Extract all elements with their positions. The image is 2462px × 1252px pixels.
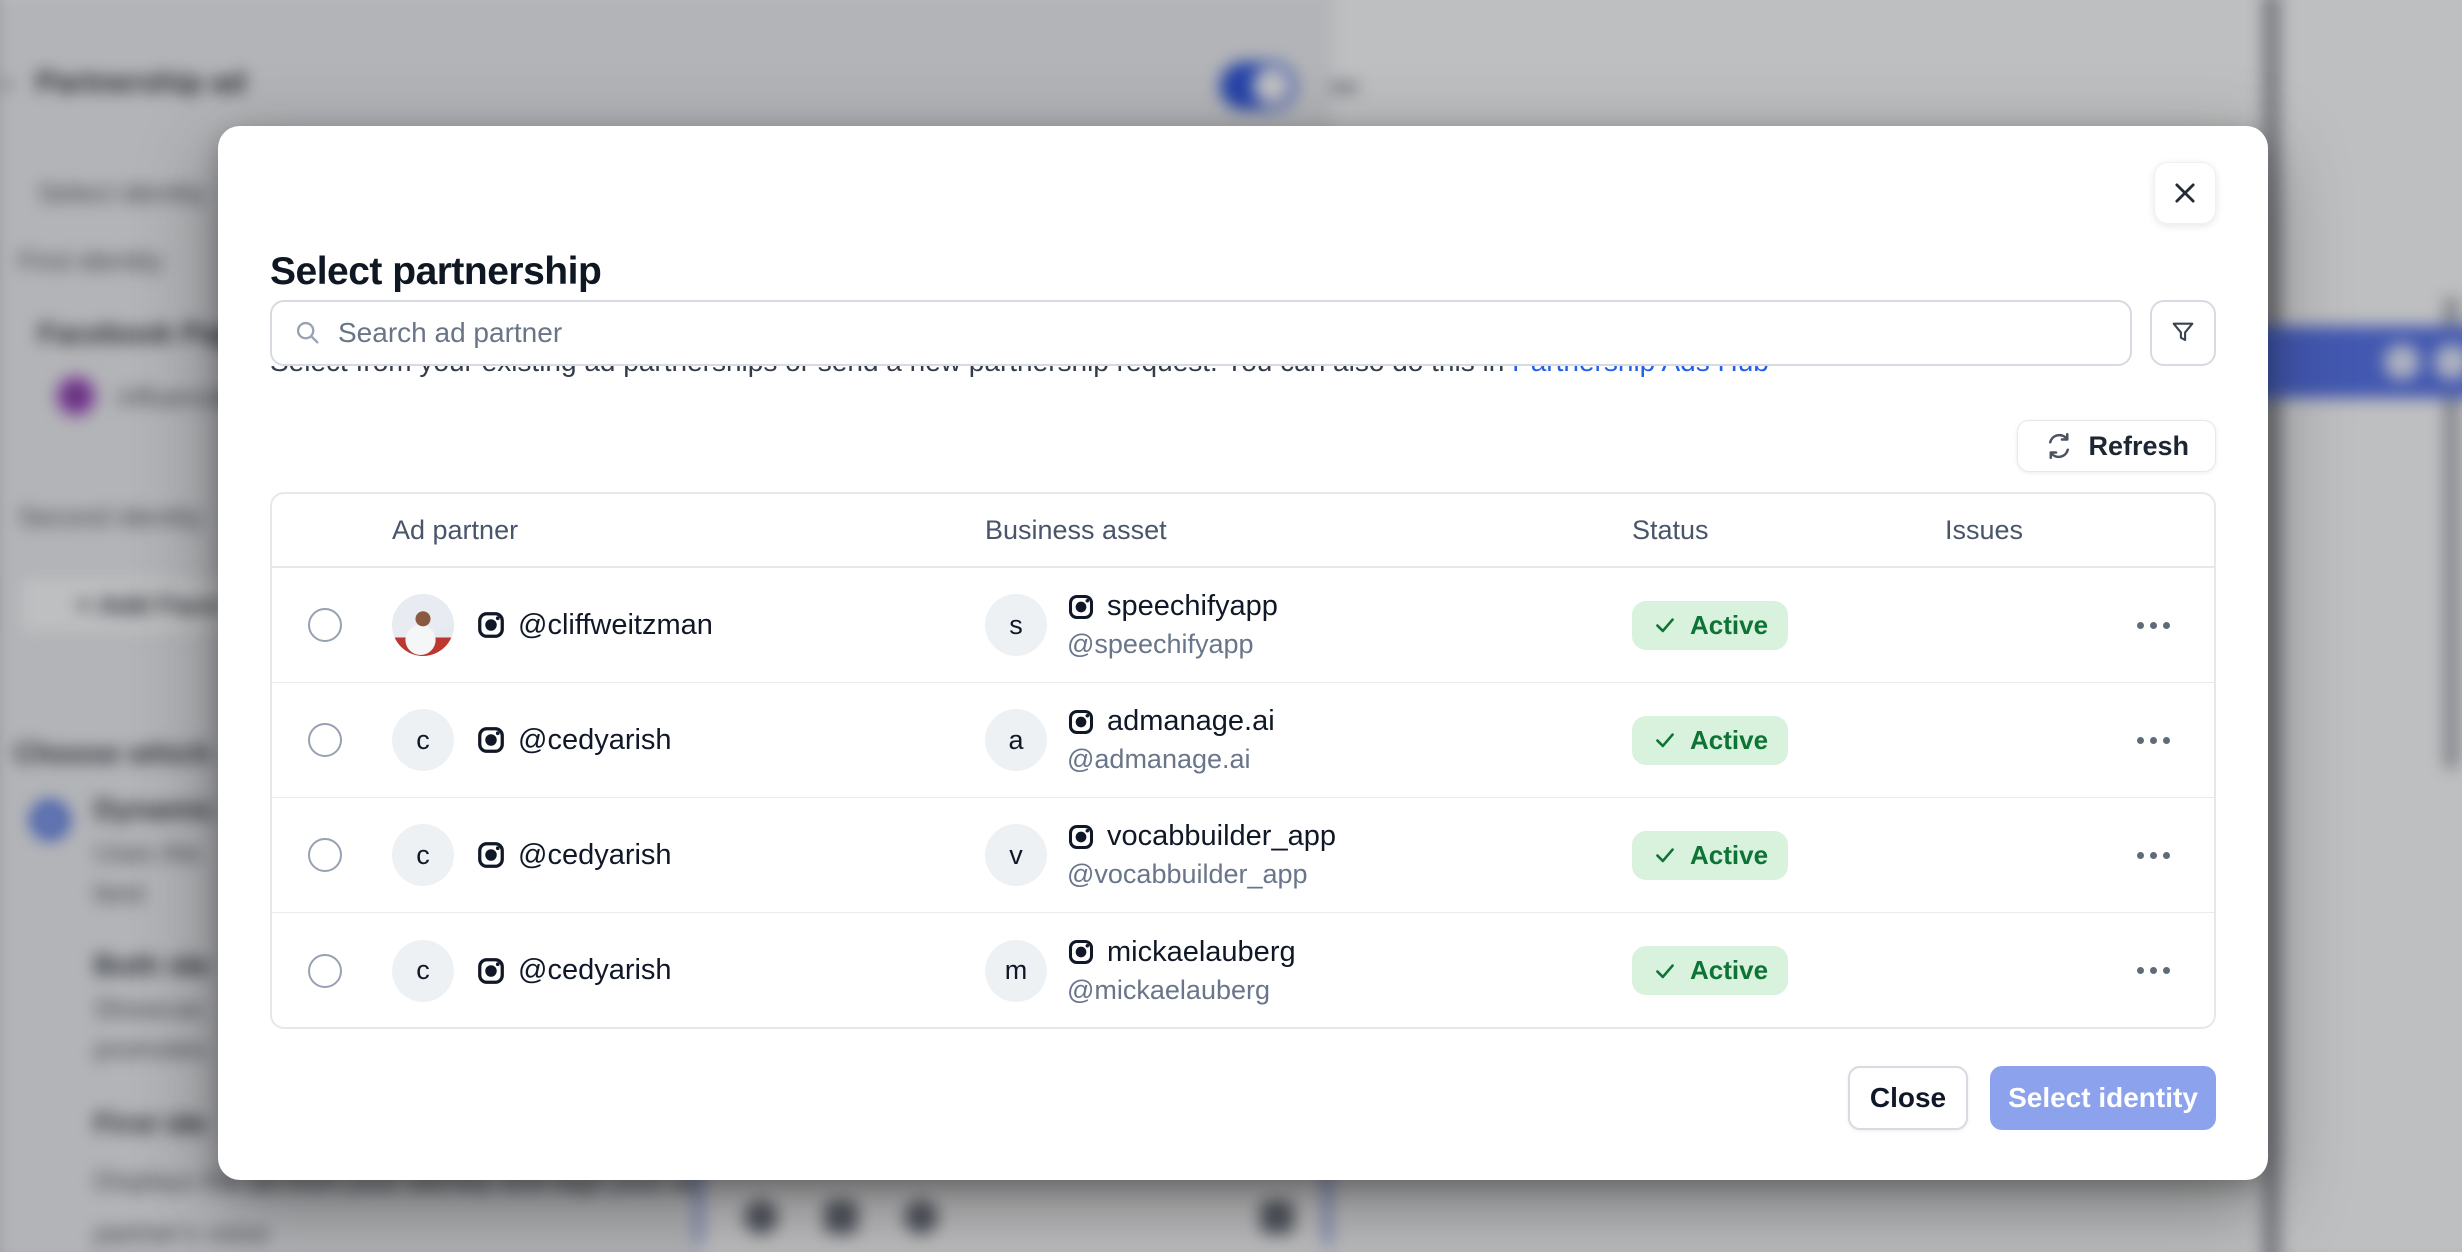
asset-avatar: s: [985, 594, 1047, 656]
status-badge: Active: [1632, 831, 1788, 880]
partnerships-table: Ad partner Business asset Status Issues …: [270, 492, 2216, 1029]
status-badge: Active: [1632, 601, 1788, 650]
select-partnership-modal: Select partnership Select from your exis…: [218, 126, 2268, 1180]
instagram-icon: [1067, 938, 1095, 966]
close-button[interactable]: Close: [1848, 1066, 1968, 1130]
instagram-icon: [476, 840, 506, 870]
asset-handle: @admanage.ai: [1067, 744, 1275, 775]
header-ad-partner: Ad partner: [392, 515, 985, 546]
asset-name: admanage.ai: [1107, 705, 1275, 738]
row-menu-button[interactable]: [2137, 967, 2214, 974]
instagram-icon: [1067, 823, 1095, 851]
asset-name: mickaelauberg: [1107, 936, 1296, 969]
row-radio[interactable]: [308, 723, 342, 757]
refresh-label: Refresh: [2088, 431, 2189, 462]
partner-handle: @cedyarish: [518, 724, 672, 757]
table-header-row: Ad partner Business asset Status Issues: [272, 494, 2214, 568]
search-input[interactable]: [338, 317, 2108, 349]
partner-handle: @cedyarish: [518, 839, 672, 872]
header-issues: Issues: [1945, 515, 2214, 546]
table-row[interactable]: @cliffweitzman s speechifyapp @speechify…: [272, 568, 2214, 683]
instagram-icon: [1067, 708, 1095, 736]
modal-title: Select partnership: [270, 250, 601, 294]
status-badge: Active: [1632, 716, 1788, 765]
check-icon: [1652, 727, 1678, 753]
table-row[interactable]: c @cedyarish a: [272, 683, 2214, 798]
table-row[interactable]: c @cedyarish m: [272, 913, 2214, 1028]
instagram-icon: [476, 725, 506, 755]
row-menu-button[interactable]: [2137, 737, 2214, 744]
close-modal-button[interactable]: [2154, 162, 2216, 224]
partner-avatar-letter: c: [392, 709, 454, 771]
asset-avatar: a: [985, 709, 1047, 771]
filter-button[interactable]: [2150, 300, 2216, 366]
asset-avatar: m: [985, 940, 1047, 1002]
row-menu-button[interactable]: [2137, 622, 2214, 629]
check-icon: [1652, 612, 1678, 638]
status-badge: Active: [1632, 946, 1788, 995]
partner-avatar-photo: [392, 594, 454, 656]
row-menu-button[interactable]: [2137, 852, 2214, 859]
check-icon: [1652, 842, 1678, 868]
header-business-asset: Business asset: [985, 515, 1632, 546]
partner-avatar-letter: c: [392, 940, 454, 1002]
search-icon: [294, 319, 322, 347]
table-row[interactable]: c @cedyarish v: [272, 798, 2214, 913]
header-status: Status: [1632, 515, 1945, 546]
partner-handle: @cedyarish: [518, 954, 672, 987]
refresh-button[interactable]: Refresh: [2017, 420, 2216, 472]
instagram-icon: [1067, 593, 1095, 621]
row-radio[interactable]: [308, 838, 342, 872]
instagram-icon: [476, 610, 506, 640]
search-container: [270, 300, 2132, 366]
asset-handle: @speechifyapp: [1067, 629, 1278, 660]
refresh-icon: [2044, 431, 2074, 461]
asset-avatar: v: [985, 824, 1047, 886]
filter-icon: [2169, 319, 2197, 347]
asset-handle: @vocabbuilder_app: [1067, 859, 1336, 890]
check-icon: [1652, 958, 1678, 984]
close-icon: [2171, 179, 2199, 207]
asset-name: speechifyapp: [1107, 590, 1278, 623]
row-radio[interactable]: [308, 608, 342, 642]
select-identity-button[interactable]: Select identity: [1990, 1066, 2216, 1130]
row-radio[interactable]: [308, 954, 342, 988]
asset-name: vocabbuilder_app: [1107, 820, 1336, 853]
partner-handle: @cliffweitzman: [518, 609, 713, 642]
instagram-icon: [476, 956, 506, 986]
partner-avatar-letter: c: [392, 824, 454, 886]
asset-handle: @mickaelauberg: [1067, 975, 1296, 1006]
